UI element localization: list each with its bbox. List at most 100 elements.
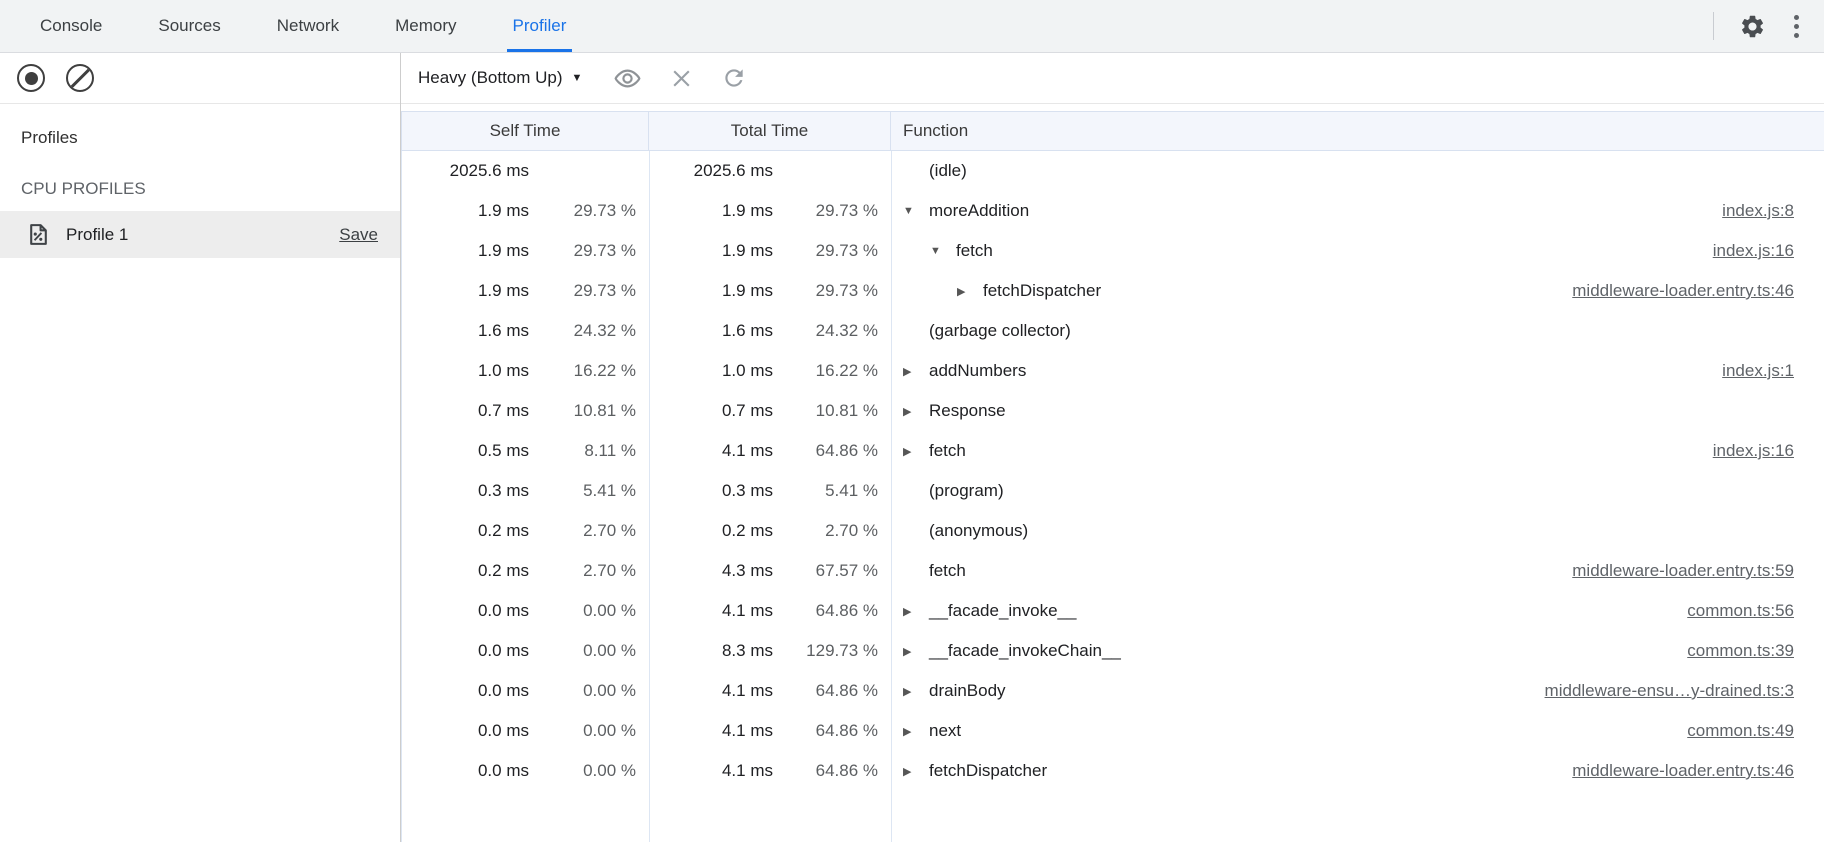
self-time-percent: 8.11 % — [529, 441, 649, 461]
grid-header: Self Time Total Time Function — [401, 111, 1824, 151]
self-time-percent: 0.00 % — [529, 761, 649, 781]
tab-label: Memory — [395, 16, 456, 36]
gear-icon[interactable] — [1730, 4, 1774, 48]
function-cell: ▶ fetch index.js:16 — [891, 441, 1824, 461]
profiler-panel: Heavy (Bottom Up) ▼ — [401, 53, 1824, 842]
tab-memory[interactable]: Memory — [389, 0, 462, 52]
self-time-ms: 1.6 ms — [401, 321, 529, 341]
focus-eye-icon[interactable] — [613, 64, 642, 93]
self-time-ms: 0.3 ms — [401, 481, 529, 501]
function-name: __facade_invoke__ — [929, 601, 1076, 621]
x-glyph — [669, 66, 694, 91]
source-location-link[interactable]: index.js:1 — [1722, 361, 1794, 381]
tab-network[interactable]: Network — [271, 0, 345, 52]
source-location-link[interactable]: common.ts:39 — [1687, 641, 1794, 661]
table-row[interactable]: 0.5 ms 8.11 % 4.1 ms 64.86 % ▶ fetch ind… — [401, 431, 1824, 471]
gear-icon-glyph — [1739, 13, 1766, 40]
self-time-ms: 1.9 ms — [401, 201, 529, 221]
exclude-x-icon[interactable] — [669, 66, 694, 91]
self-time-cell: 0.5 ms 8.11 % — [401, 441, 649, 461]
source-location-link[interactable]: middleware-loader.entry.ts:46 — [1572, 281, 1794, 301]
self-time-ms: 1.9 ms — [401, 241, 529, 261]
expander-arrow-icon[interactable]: ▶ — [903, 765, 929, 778]
table-row[interactable]: 0.2 ms 2.70 % 0.2 ms 2.70 % (anonymous) — [401, 511, 1824, 551]
tab-label: Sources — [158, 16, 220, 36]
record-icon[interactable] — [17, 64, 45, 92]
table-row[interactable]: 1.9 ms 29.73 % 1.9 ms 29.73 % ▼ moreAddi… — [401, 191, 1824, 231]
total-time-cell: 0.3 ms 5.41 % — [649, 481, 891, 501]
source-location-link[interactable]: index.js:8 — [1722, 201, 1794, 221]
table-row[interactable]: 0.0 ms 0.00 % 8.3 ms 129.73 % ▶ __facade… — [401, 631, 1824, 671]
self-time-cell: 1.6 ms 24.32 % — [401, 321, 649, 341]
view-mode-dropdown[interactable]: Heavy (Bottom Up) ▼ — [418, 68, 582, 88]
expander-arrow-icon[interactable]: ▶ — [903, 445, 929, 458]
total-time-percent — [773, 161, 891, 181]
table-row[interactable]: 1.9 ms 29.73 % 1.9 ms 29.73 % ▶ fetchDis… — [401, 271, 1824, 311]
kebab-menu-icon[interactable] — [1774, 4, 1818, 48]
self-time-percent: 29.73 % — [529, 201, 649, 221]
total-time-ms: 1.0 ms — [649, 361, 773, 381]
source-location-link[interactable]: index.js:16 — [1713, 441, 1794, 461]
total-time-cell: 4.1 ms 64.86 % — [649, 441, 891, 461]
table-row[interactable]: 0.0 ms 0.00 % 4.1 ms 64.86 % ▶ __facade_… — [401, 591, 1824, 631]
table-row[interactable]: 0.0 ms 0.00 % 4.1 ms 64.86 % ▶ fetchDisp… — [401, 751, 1824, 791]
column-header-function[interactable]: Function — [891, 112, 1824, 150]
refresh-glyph — [721, 65, 747, 91]
self-time-cell: 0.0 ms 0.00 % — [401, 761, 649, 781]
expander-arrow-icon[interactable]: ▶ — [903, 645, 929, 658]
save-profile-link[interactable]: Save — [339, 225, 378, 245]
self-time-cell: 0.0 ms 0.00 % — [401, 601, 649, 621]
function-name: Response — [929, 401, 1006, 421]
source-location-link[interactable]: common.ts:49 — [1687, 721, 1794, 741]
function-cell: (anonymous) — [891, 521, 1824, 541]
sidebar-item-profile-1[interactable]: Profile 1 Save — [0, 211, 400, 258]
source-location-link[interactable]: middleware-ensu…y-drained.ts:3 — [1545, 681, 1794, 701]
source-location-link[interactable]: common.ts:56 — [1687, 601, 1794, 621]
table-row[interactable]: 0.0 ms 0.00 % 4.1 ms 64.86 % ▶ next comm… — [401, 711, 1824, 751]
table-row[interactable]: 0.7 ms 10.81 % 0.7 ms 10.81 % ▶ Response — [401, 391, 1824, 431]
expander-arrow-icon[interactable]: ▶ — [903, 685, 929, 698]
function-cell: ▶ __facade_invoke__ common.ts:56 — [891, 601, 1824, 621]
source-location-link[interactable]: middleware-loader.entry.ts:46 — [1572, 761, 1794, 781]
self-time-ms: 0.0 ms — [401, 721, 529, 741]
total-time-cell: 4.1 ms 64.86 % — [649, 761, 891, 781]
expander-arrow-icon[interactable]: ▶ — [903, 725, 929, 738]
total-time-cell: 4.1 ms 64.86 % — [649, 721, 891, 741]
table-row[interactable]: 0.2 ms 2.70 % 4.3 ms 67.57 % fetch middl… — [401, 551, 1824, 591]
main-area: Profiles CPU PROFILES Profile 1 Save Hea — [0, 53, 1824, 842]
tab-profiler[interactable]: Profiler — [507, 0, 573, 52]
self-time-cell: 0.0 ms 0.00 % — [401, 641, 649, 661]
self-time-cell: 0.2 ms 2.70 % — [401, 521, 649, 541]
source-location-link[interactable]: index.js:16 — [1713, 241, 1794, 261]
expander-arrow-icon[interactable]: ▶ — [903, 405, 929, 418]
function-name: fetch — [956, 241, 993, 261]
source-location-link[interactable]: middleware-loader.entry.ts:59 — [1572, 561, 1794, 581]
function-cell: ▼ moreAddition index.js:8 — [891, 201, 1824, 221]
self-time-cell: 0.7 ms 10.81 % — [401, 401, 649, 421]
restore-refresh-icon[interactable] — [721, 65, 747, 91]
total-time-percent: 29.73 % — [773, 201, 891, 221]
self-time-ms: 0.2 ms — [401, 561, 529, 581]
total-time-cell: 1.9 ms 29.73 % — [649, 281, 891, 301]
clear-icon[interactable] — [66, 64, 94, 92]
self-time-percent: 5.41 % — [529, 481, 649, 501]
table-row[interactable]: 1.0 ms 16.22 % 1.0 ms 16.22 % ▶ addNumbe… — [401, 351, 1824, 391]
expander-arrow-icon[interactable]: ▶ — [903, 365, 929, 378]
self-time-ms: 0.2 ms — [401, 521, 529, 541]
expander-arrow-icon[interactable]: ▶ — [903, 605, 929, 618]
function-name: addNumbers — [929, 361, 1026, 381]
tab-sources[interactable]: Sources — [152, 0, 226, 52]
table-row[interactable]: 1.9 ms 29.73 % 1.9 ms 29.73 % ▼ fetch in… — [401, 231, 1824, 271]
table-row[interactable]: 0.3 ms 5.41 % 0.3 ms 5.41 % (program) — [401, 471, 1824, 511]
tab-console[interactable]: Console — [34, 0, 108, 52]
column-header-total-time[interactable]: Total Time — [649, 112, 891, 150]
column-header-self-time[interactable]: Self Time — [401, 112, 649, 150]
table-row[interactable]: 2025.6 ms 2025.6 ms (idle) — [401, 151, 1824, 191]
table-row[interactable]: 0.0 ms 0.00 % 4.1 ms 64.86 % ▶ drainBody… — [401, 671, 1824, 711]
expander-arrow-icon[interactable]: ▼ — [903, 205, 929, 217]
table-row[interactable]: 1.6 ms 24.32 % 1.6 ms 24.32 % (garbage c… — [401, 311, 1824, 351]
total-time-ms: 1.6 ms — [649, 321, 773, 341]
expander-arrow-icon[interactable]: ▼ — [930, 245, 956, 257]
function-cell: ▶ __facade_invokeChain__ common.ts:39 — [891, 641, 1824, 661]
expander-arrow-icon[interactable]: ▶ — [957, 285, 983, 298]
